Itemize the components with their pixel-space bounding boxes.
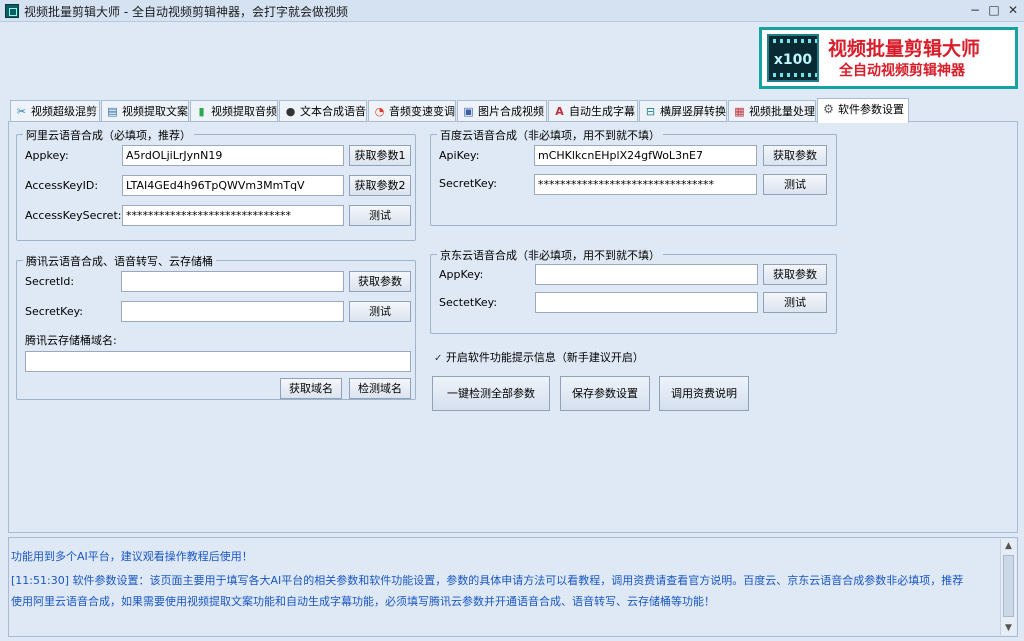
banner-subtitle: 全自动视频剪辑神器 bbox=[839, 63, 965, 79]
baidu-apikey-input[interactable]: mCHKlkcnEHplX24gfWoL3nE7 bbox=[534, 145, 757, 166]
rotate-screen-icon: ⊟ bbox=[645, 105, 656, 118]
jd-sectetkey-input[interactable] bbox=[535, 292, 758, 313]
tencent-group: 腾讯云语音合成、语音转写、云存储桶 SecretId: 获取参数 SecretK… bbox=[16, 253, 416, 400]
check-all-button[interactable]: 一键检测全部参数 bbox=[432, 376, 550, 411]
tencent-legend: 腾讯云语音合成、语音转写、云存储桶 bbox=[23, 253, 216, 269]
secretkey-label: SecretKey: bbox=[25, 305, 84, 318]
tab-image-to-video[interactable]: ▣ 图片合成视频 bbox=[457, 100, 547, 122]
jd-get-param-button[interactable]: 获取参数 bbox=[763, 264, 827, 285]
jd-sectetkey-label: SectetKey: bbox=[439, 296, 498, 309]
baidu-legend: 百度云语音合成（非必填项，用不到就不填） bbox=[437, 127, 663, 143]
gear-icon: ⚙ bbox=[823, 102, 834, 116]
log-line-1: 功能用到多个AI平台，建议观看操作教程后使用！ bbox=[11, 550, 253, 563]
check-domain-button[interactable]: 检测域名 bbox=[349, 378, 411, 399]
tencent-secretid-input[interactable] bbox=[121, 271, 344, 292]
tips-checkbox-label: 开启软件功能提示信息（新手建议开启） bbox=[445, 351, 644, 364]
tab-label: 软件参数设置 bbox=[838, 103, 904, 116]
close-button[interactable]: ✕ bbox=[1004, 1, 1022, 19]
title-bar: 视频批量剪辑大师 - 全自动视频剪辑神器，会打字就会做视频 − □ ✕ bbox=[0, 0, 1024, 22]
gauge-icon: ◔ bbox=[374, 105, 385, 118]
tab-auto-subtitle[interactable]: A 自动生成字幕 bbox=[548, 100, 638, 122]
jd-test-button[interactable]: 测试 bbox=[763, 292, 827, 313]
jd-group: 京东云语音合成（非必填项，用不到就不填） AppKey: 获取参数 Sectet… bbox=[430, 247, 837, 334]
log-line-2: [11:51:30] 软件参数设置：该页面主要用于填写各大AI平台的相关参数和软… bbox=[11, 574, 964, 587]
tab-label: 横屏竖屏转换 bbox=[660, 105, 726, 118]
checkmark-icon: ✓ bbox=[434, 353, 443, 364]
aliyun-accesskeyid-input[interactable]: LTAI4GEd4h96TpQWVm3MmTqV bbox=[122, 175, 344, 196]
microphone-icon: ● bbox=[285, 105, 296, 118]
aliyun-appkey-input[interactable]: A5rdOLjiLrJynN19 bbox=[122, 145, 344, 166]
document-icon: ▤ bbox=[107, 105, 118, 118]
tab-extract-audio[interactable]: ▮ 视频提取音频 bbox=[190, 100, 278, 122]
get-param2-button[interactable]: 获取参数2 bbox=[349, 175, 411, 196]
secretid-label: SecretId: bbox=[25, 275, 75, 288]
jd-appkey-input[interactable] bbox=[535, 264, 758, 285]
tab-label: 视频超级混剪 bbox=[31, 105, 97, 118]
tab-text-to-speech[interactable]: ● 文本合成语音 bbox=[279, 100, 367, 122]
baidu-group: 百度云语音合成（非必填项，用不到就不填） ApiKey: mCHKlkcnEHp… bbox=[430, 127, 837, 226]
tab-label: 视频批量处理 bbox=[749, 105, 815, 118]
appkey-label: Appkey: bbox=[25, 149, 69, 162]
tab-label: 自动生成字幕 bbox=[569, 105, 635, 118]
accesskeysecret-label: AccessKeySecret: bbox=[25, 209, 122, 222]
jd-appkey-label: AppKey: bbox=[439, 268, 484, 281]
tab-label: 图片合成视频 bbox=[478, 105, 544, 118]
accesskeyid-label: AccessKeyID: bbox=[25, 179, 99, 192]
tencent-secretkey-input[interactable] bbox=[121, 301, 344, 322]
baidu-test-button[interactable]: 测试 bbox=[763, 174, 827, 195]
baidu-secretkey-input[interactable]: ******************************** bbox=[534, 174, 757, 195]
tab-label: 文本合成语音 bbox=[300, 105, 366, 118]
tab-extract-text[interactable]: ▤ 视频提取文案 bbox=[101, 100, 189, 122]
aliyun-legend: 阿里云语音合成（必填项，推荐） bbox=[23, 127, 194, 143]
app-icon bbox=[5, 4, 19, 18]
film-icon: ▦ bbox=[734, 105, 745, 118]
fee-info-button[interactable]: 调用资费说明 bbox=[659, 376, 749, 411]
scroll-up-icon[interactable]: ▲ bbox=[1001, 539, 1016, 553]
log-scrollbar[interactable]: ▲ ▼ bbox=[1000, 539, 1016, 635]
get-param1-button[interactable]: 获取参数1 bbox=[349, 145, 411, 166]
bucket-domain-label: 腾讯云存储桶域名: bbox=[25, 334, 117, 347]
log-output: 功能用到多个AI平台，建议观看操作教程后使用！ [11:51:30] 软件参数设… bbox=[8, 537, 1018, 637]
aliyun-group: 阿里云语音合成（必填项，推荐） Appkey: A5rdOLjiLrJynN19… bbox=[16, 127, 416, 241]
maximize-button[interactable]: □ bbox=[985, 1, 1003, 19]
settings-panel: 阿里云语音合成（必填项，推荐） Appkey: A5rdOLjiLrJynN19… bbox=[8, 121, 1018, 533]
audio-wave-icon: ▮ bbox=[198, 105, 205, 118]
bucket-domain-input[interactable] bbox=[25, 351, 411, 372]
banner-title: 视频批量剪辑大师 bbox=[828, 38, 981, 60]
aliyun-secret-input[interactable]: ****************************** bbox=[122, 205, 344, 226]
brand-banner: x100 视频批量剪辑大师 全自动视频剪辑神器 bbox=[759, 27, 1018, 89]
tips-checkbox[interactable]: ✓ 开启软件功能提示信息（新手建议开启） bbox=[434, 349, 644, 365]
tab-label: 视频提取文案 bbox=[122, 105, 188, 118]
aliyun-test-button[interactable]: 测试 bbox=[349, 205, 411, 226]
scroll-thumb[interactable] bbox=[1003, 555, 1014, 617]
subtitle-icon: A bbox=[555, 105, 564, 118]
scissors-icon: ✂ bbox=[16, 105, 27, 118]
window-title: 视频批量剪辑大师 - 全自动视频剪辑神器，会打字就会做视频 bbox=[24, 5, 348, 19]
apikey-label: ApiKey: bbox=[439, 149, 480, 162]
tencent-get-param-button[interactable]: 获取参数 bbox=[349, 271, 411, 292]
baidu-get-param-button[interactable]: 获取参数 bbox=[763, 145, 827, 166]
tab-video-mix[interactable]: ✂ 视频超级混剪 bbox=[10, 100, 100, 122]
tab-screen-rotate[interactable]: ⊟ 横屏竖屏转换 bbox=[639, 100, 727, 122]
tab-batch-process[interactable]: ▦ 视频批量处理 bbox=[728, 100, 816, 122]
tencent-test-button[interactable]: 测试 bbox=[349, 301, 411, 322]
baidu-secretkey-label: SecretKey: bbox=[439, 177, 498, 190]
jd-legend: 京东云语音合成（非必填项，用不到就不填） bbox=[437, 247, 663, 263]
tab-label: 视频提取音频 bbox=[211, 105, 277, 118]
tab-label: 音频变速变调 bbox=[389, 105, 455, 118]
log-line-3: 使用阿里云语音合成，如果需要使用视频提取文案功能和自动生成字幕功能，必须填写腾讯… bbox=[11, 595, 715, 608]
tab-settings[interactable]: ⚙ 软件参数设置 bbox=[817, 98, 909, 123]
image-icon: ▣ bbox=[463, 105, 474, 118]
scroll-down-icon[interactable]: ▼ bbox=[1001, 621, 1016, 635]
save-settings-button[interactable]: 保存参数设置 bbox=[560, 376, 650, 411]
logo-text: x100 bbox=[773, 52, 813, 68]
get-domain-button[interactable]: 获取域名 bbox=[280, 378, 342, 399]
main-window: x100 视频批量剪辑大师 全自动视频剪辑神器 ✂ 视频超级混剪 ▤ 视频提取文案 … bbox=[2, 23, 1022, 639]
minimize-button[interactable]: − bbox=[966, 1, 984, 19]
tab-audio-speed[interactable]: ◔ 音频变速变调 bbox=[368, 100, 456, 122]
film-logo-icon: x100 bbox=[767, 34, 819, 82]
